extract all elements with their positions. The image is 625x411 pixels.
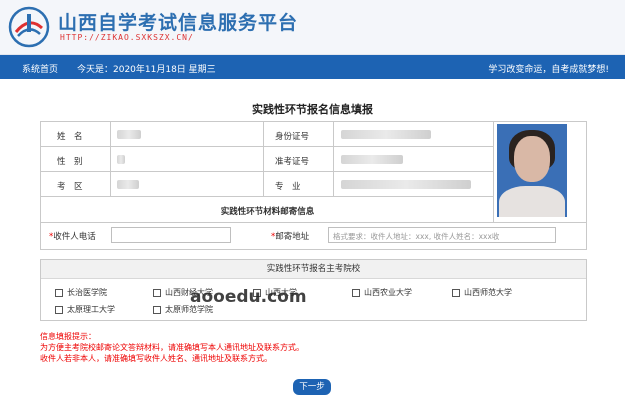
tips-title: 信息填报提示： (40, 332, 96, 341)
ticket-value-redacted (341, 155, 403, 164)
school-checkbox[interactable]: 山西师范大学 (452, 287, 512, 298)
tips-line: 为方便主考院校邮寄论文答辩材料，请准确填写本人通讯地址及联系方式。 (40, 343, 304, 352)
school-checkbox[interactable]: 太原理工大学 (55, 304, 115, 315)
mail-section-title: 实践性环节材料邮寄信息 (220, 207, 315, 217)
id-value-redacted (341, 130, 431, 139)
site-header: 山西自学考试信息服务平台 HTTP://ZIKAO.SXKSZX.CN/ (0, 0, 625, 55)
address-label: *邮寄地址 (271, 232, 310, 242)
logo-icon (8, 6, 50, 48)
gender-value-redacted (117, 155, 125, 164)
id-number-label: 身份证号 (275, 132, 310, 142)
nav-date: 今天是：2020年11月18日 星期三 (77, 65, 216, 75)
phone-input[interactable] (111, 227, 231, 243)
watermark-text: aooedu.com (190, 287, 307, 307)
nav-home-link[interactable]: 系统首页 (22, 62, 58, 75)
area-label: 考 区 (57, 182, 83, 192)
school-section-heading: 实践性环节报名主考院校 (41, 260, 586, 279)
school-checkbox[interactable]: 山西农业大学 (352, 287, 412, 298)
photo-face (514, 136, 550, 182)
top-navbar: 系统首页 今天是：2020年11月18日 星期三 学习改变命运，自考成就梦想! (0, 55, 625, 79)
major-label: 专 业 (275, 182, 301, 192)
site-title: 山西自学考试信息服务平台 (58, 12, 299, 34)
tips-block: 信息填报提示： 为方便主考院校邮寄论文答辩材料，请准确填写本人通讯地址及联系方式… (40, 331, 304, 364)
name-label: 姓 名 (57, 132, 83, 142)
site-url[interactable]: HTTP://ZIKAO.SXKSZX.CN/ (60, 33, 194, 42)
mail-info-row: *收件人电话 *邮寄地址 格式要求：收件人地址：xxx, 收件人姓名：xxx收 (40, 221, 587, 250)
school-selection: 实践性环节报名主考院校 长治医学院 山西财经大学 山西大学 山西农业大学 山西师… (40, 259, 587, 321)
tips-line: 收件人若非本人，请准确填写收件人姓名、通讯地址及联系方式。 (40, 354, 272, 363)
ticket-number-label: 准考证号 (275, 157, 310, 167)
area-value-redacted (117, 180, 139, 189)
form-title: 实践性环节报名信息填报 (252, 103, 373, 116)
photo-body (499, 186, 565, 217)
address-input[interactable]: 格式要求：收件人地址：xxx, 收件人姓名：xxx收 (328, 227, 556, 243)
gender-label: 性 别 (57, 157, 83, 167)
table-cell (111, 147, 264, 172)
applicant-photo (497, 124, 567, 217)
next-step-button[interactable]: 下一步 (293, 379, 331, 395)
school-checkbox[interactable]: 长治医学院 (55, 287, 107, 298)
major-value-redacted (341, 180, 471, 189)
phone-label: *收件人电话 (49, 232, 96, 242)
name-value-redacted (117, 130, 141, 139)
nav-slogan: 学习改变命运，自考成就梦想! (488, 65, 609, 75)
